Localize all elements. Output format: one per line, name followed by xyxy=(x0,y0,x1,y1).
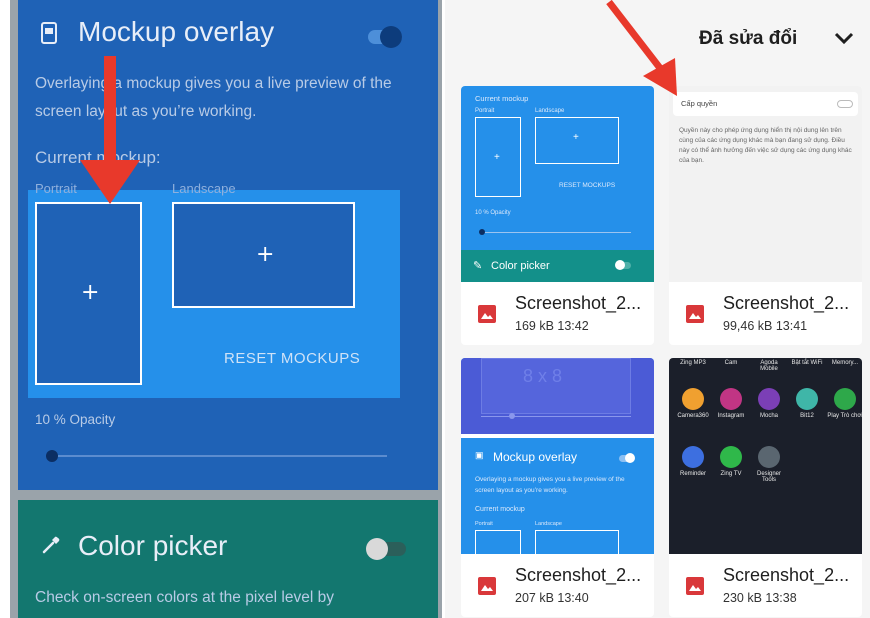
image-file-icon xyxy=(478,577,496,595)
thumb-text: Overlaying a mockup gives you a live pre… xyxy=(475,476,625,494)
mockup-overlay-icon xyxy=(41,22,57,44)
thumb-text: ▣ xyxy=(475,450,484,460)
thumb-color-picker-bar: ✎ Color picker xyxy=(461,250,654,282)
file-meta: 207 kB 13:40 xyxy=(515,591,589,605)
file-name: Screenshot_2... xyxy=(515,293,642,313)
thumb-text: 10 % Opacity xyxy=(475,210,511,216)
reminder-icon xyxy=(682,446,704,468)
thumb-text: Current mockup xyxy=(475,506,525,513)
thumb-app-label: Zing MP3 xyxy=(680,360,706,366)
thumb-app-label: Camera360 xyxy=(677,413,709,419)
thumb-text: + xyxy=(573,132,579,143)
thumb-app-label: Agoda Mobile xyxy=(760,360,778,372)
add-portrait-mockup-icon[interactable]: + xyxy=(81,280,99,305)
thumb-app-label: Designer Tools xyxy=(756,471,781,483)
red-arrow-annotation xyxy=(80,56,140,204)
file-name: Screenshot_2... xyxy=(723,293,850,313)
mocha-icon xyxy=(758,388,780,410)
file-tile[interactable]: Current mockup Portrait Landscape + + RE… xyxy=(461,86,654,345)
camera360-icon xyxy=(682,388,704,410)
image-file-icon xyxy=(478,305,496,323)
thumb-app-label: Memory... xyxy=(831,360,859,366)
thumb-text: Portrait xyxy=(475,108,495,114)
thumb-grid-area: 8 x 8 xyxy=(461,358,654,434)
opacity-slider[interactable] xyxy=(52,455,387,457)
thumb-text: 8 x 8 xyxy=(523,366,563,386)
mockup-overlay-title: Mockup overlay xyxy=(78,16,275,47)
thumb-toggle-knob xyxy=(615,260,625,270)
mockup-overlay-toggle-knob[interactable] xyxy=(380,26,402,48)
thumb-toggle-knob xyxy=(625,453,635,463)
thumb-landscape-box: + xyxy=(535,117,619,164)
portrait-mockup-slot[interactable]: + xyxy=(35,202,142,385)
thumb-divider xyxy=(461,434,654,438)
thumb-app-label: Bit12 xyxy=(800,413,814,419)
bit12-icon xyxy=(796,388,818,410)
designer-tools-panel: Mockup overlay Overlaying a mockup gives… xyxy=(10,0,442,618)
color-picker-description: Check on-screen colors at the pixel leve… xyxy=(35,589,334,606)
file-meta: 99,46 kB 13:41 xyxy=(723,319,808,333)
file-thumbnail: Zing MP3 Cam Agoda Mobile Bật tắt WiFi Memor… xyxy=(669,358,862,554)
file-thumbnail: Cấp quyền Quyền này cho phép ứng dụng hi… xyxy=(669,86,862,282)
file-tile[interactable]: Cấp quyền Quyền này cho phép ứng dụng hi… xyxy=(669,86,862,345)
sort-label[interactable]: Đã sửa đổi xyxy=(699,28,797,50)
landscape-mockup-slot[interactable]: + xyxy=(172,202,355,308)
thumb-slider-thumb xyxy=(479,229,485,235)
red-arrow-annotation xyxy=(606,0,677,96)
thumb-text: RESET MOCKUPS xyxy=(559,182,616,189)
thumb-text: Landscape xyxy=(535,521,562,527)
thumb-text: Current mockup xyxy=(475,94,529,103)
thumb-slider-thumb xyxy=(509,413,515,419)
file-name: Screenshot_2... xyxy=(515,565,642,585)
thumb-text: Mockup overlay xyxy=(493,450,578,464)
gallery-panel: Đã sửa đổi Current mockup Portrait Lands… xyxy=(445,0,870,618)
file-meta: 230 kB 13:38 xyxy=(723,591,797,605)
thumb-app-label: Reminder xyxy=(679,471,706,477)
thumb-slider xyxy=(481,232,631,233)
thumb-portrait-box xyxy=(475,530,521,554)
color-picker-toggle-knob[interactable] xyxy=(366,538,388,560)
opacity-label: 10 % Opacity xyxy=(35,412,116,427)
thumb-text: Landscape xyxy=(535,108,565,114)
image-file-icon xyxy=(686,577,704,595)
file-name: Screenshot_2... xyxy=(723,565,850,585)
designer-tools-icon xyxy=(758,446,780,468)
file-thumbnail: Current mockup Portrait Landscape + + RE… xyxy=(461,86,654,282)
thumb-portrait-box: + xyxy=(475,117,521,197)
thumb-app-label: Mocha xyxy=(759,413,778,419)
add-landscape-mockup-icon[interactable]: + xyxy=(256,242,274,267)
chevron-down-icon[interactable] xyxy=(833,30,855,46)
instagram-icon xyxy=(720,388,742,410)
thumb-app-label: Bật tắt WiFi xyxy=(791,360,823,366)
thumb-permission-row: Cấp quyền xyxy=(673,92,858,116)
eyedropper-icon xyxy=(42,536,60,554)
thumb-text: Color picker xyxy=(491,260,550,272)
thumb-app-label: Play Trò chơi xyxy=(827,413,862,419)
file-tile[interactable]: Zing MP3 Cam Agoda Mobile Bật tắt WiFi Memor… xyxy=(669,358,862,617)
thumb-app-label: Cam xyxy=(724,360,738,366)
opacity-slider-thumb[interactable] xyxy=(46,450,58,462)
image-file-icon xyxy=(686,305,704,323)
thumb-slider xyxy=(481,416,631,417)
thumb-text: Cấp quyền xyxy=(681,99,718,108)
thumb-app-label: Zing TV xyxy=(720,471,742,477)
file-tile[interactable]: 8 x 8 ▣ Mockup overlay Overlaying a mock… xyxy=(461,358,654,617)
landscape-label: Landscape xyxy=(172,181,236,196)
file-thumbnail: 8 x 8 ▣ Mockup overlay Overlaying a mock… xyxy=(461,358,654,554)
thumb-text: Quyền này cho phép ứng dụng hiển thị nội… xyxy=(679,127,852,164)
thumb-toggle xyxy=(837,100,853,108)
thumb-text: Portrait xyxy=(475,521,493,527)
screenshot-root: Mockup overlay Overlaying a mockup gives… xyxy=(0,0,870,618)
zing-tv-icon xyxy=(720,446,742,468)
file-meta: 169 kB 13:42 xyxy=(515,319,589,333)
thumb-landscape-box xyxy=(535,530,619,554)
thumb-text: + xyxy=(494,152,500,163)
reset-mockups-button[interactable]: RESET MOCKUPS xyxy=(224,350,360,367)
play-games-icon xyxy=(834,388,856,410)
thumb-app-label: Instagram xyxy=(717,413,745,419)
thumb-text: ✎ xyxy=(473,260,483,272)
color-picker-title: Color picker xyxy=(78,530,228,561)
